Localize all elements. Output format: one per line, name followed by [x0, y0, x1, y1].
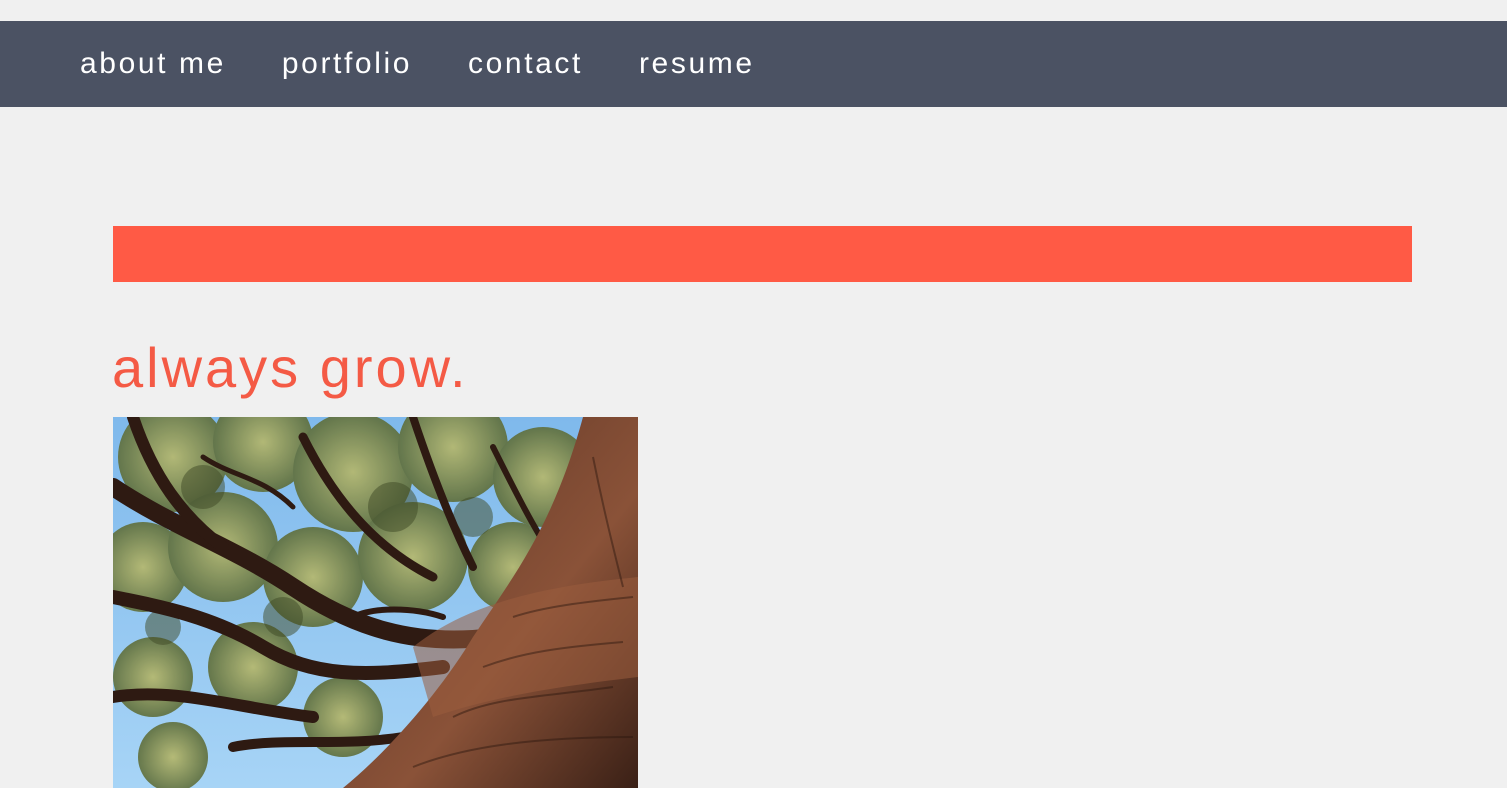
- nav-list: about me portfolio contact resume: [0, 49, 811, 79]
- tree-photo-illustration: [113, 417, 638, 788]
- top-navbar: about me portfolio contact resume: [0, 21, 1507, 107]
- nav-link-contact[interactable]: contact: [468, 49, 583, 79]
- page-tagline: always grow.: [112, 336, 469, 399]
- nav-link-portfolio[interactable]: portfolio: [282, 49, 412, 79]
- tree-canopy-photo: [113, 417, 638, 788]
- nav-link-resume[interactable]: resume: [639, 49, 755, 79]
- nav-link-about-me[interactable]: about me: [80, 49, 226, 79]
- nav-item-portfolio: portfolio: [282, 49, 468, 79]
- nav-item-resume: resume: [639, 49, 811, 79]
- nav-item-about: about me: [80, 49, 282, 79]
- accent-banner: [113, 226, 1412, 282]
- nav-item-contact: contact: [468, 49, 639, 79]
